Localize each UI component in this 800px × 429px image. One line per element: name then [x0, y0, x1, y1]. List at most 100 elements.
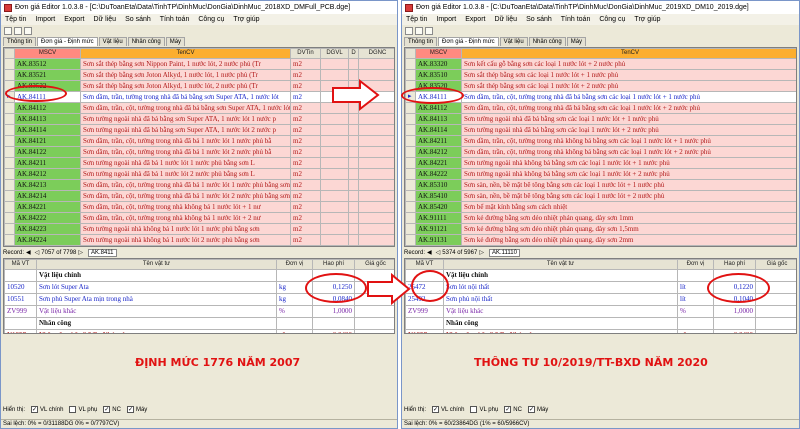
- resource-base-price-cell[interactable]: [354, 293, 394, 306]
- tab-info[interactable]: Thông tin: [404, 37, 438, 46]
- resource-code-cell[interactable]: ZV999: [4, 305, 37, 318]
- resource-row[interactable]: 10520 Sơn lót Super Ata kg 0,1250: [4, 281, 394, 294]
- norm-name-cell[interactable]: Sơn dầm, trần, cột, tường trong nhà đã b…: [80, 102, 291, 114]
- save-icon[interactable]: [425, 26, 433, 35]
- norm-dgvl-cell[interactable]: [320, 58, 349, 70]
- norm-name-cell[interactable]: Sơn kẻ đường bằng sơn dẻo nhiệt phản qua…: [461, 234, 796, 246]
- norm-name-cell[interactable]: Sơn dầm, trần, cột, tường trong nhà đã b…: [461, 91, 796, 103]
- norm-name-cell[interactable]: Sơn dầm, trần, cột, tường trong nhà khôn…: [80, 201, 291, 213]
- norm-name-cell[interactable]: Sơn sàn, nền, bề mặt bê tông bằng sơn cá…: [461, 190, 796, 202]
- norm-row[interactable]: AK.84213 Sơn dầm, trần, cột, tường trong …: [4, 179, 394, 191]
- norm-row[interactable]: AK.83520 Sơn sắt thép bằng sơn các loại 1…: [405, 80, 796, 92]
- norm-code-cell[interactable]: AK.84122: [14, 146, 81, 158]
- col-header-mscv[interactable]: MSCV: [14, 48, 81, 59]
- row-indicator[interactable]: [405, 234, 416, 246]
- norm-unit-cell[interactable]: m2: [290, 113, 321, 125]
- norm-code-cell[interactable]: AK.84223: [14, 223, 81, 235]
- norm-row[interactable]: AK.84114 Sơn tường ngoài nhà đã bả bằng s…: [4, 124, 394, 136]
- resource-consumption-cell[interactable]: 0,0840: [312, 293, 355, 306]
- norm-row[interactable]: AK.84222 Sơn tường ngoài nhà không bả bằn…: [405, 168, 796, 180]
- resource-code-cell[interactable]: [4, 269, 37, 282]
- norm-row[interactable]: AK.84221 Sơn tường ngoài nhà không bả bằn…: [405, 157, 796, 169]
- resource-unit-cell[interactable]: %: [677, 305, 714, 318]
- norm-dgvl-cell[interactable]: [320, 201, 349, 213]
- norm-unit-cell[interactable]: m2: [290, 245, 321, 246]
- norm-code-cell[interactable]: AK.91121: [415, 223, 462, 235]
- norm-dgnc-cell[interactable]: [358, 190, 394, 202]
- resource-base-price-cell[interactable]: [354, 269, 394, 282]
- tab-info[interactable]: Thông tin: [3, 37, 37, 46]
- norm-unit-cell[interactable]: m2: [290, 234, 321, 246]
- norm-code-cell[interactable]: AK.91141: [415, 245, 462, 246]
- col-header-base-price[interactable]: Giá gốc: [755, 259, 796, 270]
- norm-unit-cell[interactable]: m2: [290, 124, 321, 136]
- norm-dgvl-cell[interactable]: [320, 102, 349, 114]
- checkbox-icon[interactable]: ✓: [31, 406, 39, 413]
- resource-group-row[interactable]: Vật liệu chính: [4, 269, 394, 282]
- resource-base-price-cell[interactable]: [354, 317, 394, 330]
- menu-calculate[interactable]: Tính toán: [160, 16, 190, 23]
- resource-base-price-cell[interactable]: [354, 305, 394, 318]
- norm-d-cell[interactable]: [348, 58, 359, 70]
- norm-dgnc-cell[interactable]: [358, 102, 394, 114]
- resource-base-price-cell[interactable]: [755, 293, 796, 306]
- norm-unit-cell[interactable]: m2: [290, 58, 321, 70]
- resource-row[interactable]: N1357Nhân công bậc 3,5/7 - Nhóm 1công0,0…: [405, 329, 796, 333]
- resource-consumption-cell[interactable]: 0,1040: [713, 293, 756, 306]
- norm-dgnc-cell[interactable]: [358, 91, 394, 103]
- resource-name-cell[interactable]: Nhân công bậc 3,5/7 - Nhóm 1: [36, 329, 277, 333]
- checkbox-icon[interactable]: ✓: [126, 406, 134, 413]
- norm-name-cell[interactable]: Sơn dầm, trần, cột, tường trong nhà đã b…: [80, 245, 291, 246]
- norm-code-cell[interactable]: AK.84112: [14, 102, 81, 114]
- prev-record-icon[interactable]: ◁: [436, 249, 441, 256]
- resource-group-row[interactable]: Nhân công: [405, 317, 796, 330]
- resource-code-cell[interactable]: [405, 317, 444, 330]
- open-folder-icon[interactable]: [415, 26, 423, 35]
- filter-machines[interactable]: ✓ Máy: [527, 406, 548, 413]
- norm-name-cell[interactable]: Sơn dầm, trần, cột, tường trong nhà khôn…: [461, 135, 796, 147]
- row-indicator[interactable]: ▸: [4, 91, 15, 103]
- resource-code-cell[interactable]: ZV999: [405, 305, 444, 318]
- norm-row[interactable]: AK.83512 Sơn sắt thép bằng sơn Nippon Pai…: [4, 58, 394, 70]
- norm-name-cell[interactable]: Sơn tường ngoài nhà không bả 1 nước lót …: [80, 234, 291, 246]
- row-indicator[interactable]: [405, 102, 416, 114]
- norm-dgnc-cell[interactable]: [358, 245, 394, 246]
- menu-export[interactable]: Export: [465, 16, 485, 23]
- norm-dgnc-cell[interactable]: [358, 179, 394, 191]
- norm-row[interactable]: AK.85310 Sơn sàn, nền, bề mặt bê tông bằn…: [405, 179, 796, 191]
- norm-d-cell[interactable]: [348, 102, 359, 114]
- norm-d-cell[interactable]: [348, 212, 359, 224]
- row-indicator[interactable]: [4, 69, 15, 81]
- open-folder-icon[interactable]: [14, 26, 22, 35]
- resource-code-cell[interactable]: [4, 317, 37, 330]
- resource-code-cell[interactable]: N1357: [405, 329, 444, 333]
- col-header-unit[interactable]: Đơn vị: [276, 259, 313, 270]
- col-header-mscv[interactable]: MSCV: [415, 48, 462, 59]
- row-indicator[interactable]: [405, 80, 416, 92]
- norm-dgvl-cell[interactable]: [320, 91, 349, 103]
- norm-unit-cell[interactable]: m2: [290, 69, 321, 81]
- row-indicator[interactable]: [4, 179, 15, 191]
- norm-name-cell[interactable]: Sơn kẻ đường bằng sơn dẻo nhiệt phản qua…: [461, 223, 796, 235]
- norm-code-cell[interactable]: AK.91111: [415, 212, 462, 224]
- checkbox-icon[interactable]: ✓: [504, 406, 512, 413]
- new-file-icon[interactable]: [4, 26, 12, 35]
- norm-name-cell[interactable]: Sơn dầm, trần, cột, tường trong nhà đã b…: [80, 146, 291, 158]
- norm-code-cell[interactable]: AK.84224: [14, 234, 81, 246]
- norm-name-cell[interactable]: Sơn kẻ đường bằng sơn dẻo nhiệt phản qua…: [461, 245, 796, 246]
- norm-name-cell[interactable]: Sơn tường ngoài nhà đã bả bằng sơn Super…: [80, 113, 291, 125]
- row-indicator[interactable]: [405, 135, 416, 147]
- norm-d-cell[interactable]: [348, 201, 359, 213]
- row-indicator[interactable]: [405, 190, 416, 202]
- norm-row[interactable]: AK.84221 Sơn dầm, trần, cột, tường trong …: [4, 201, 394, 213]
- norm-dgnc-cell[interactable]: [358, 124, 394, 136]
- norm-code-cell[interactable]: AK.84211: [14, 157, 81, 169]
- next-record-icon[interactable]: ▷: [78, 249, 83, 256]
- norm-d-cell[interactable]: [348, 69, 359, 81]
- norm-unit-cell[interactable]: m2: [290, 223, 321, 235]
- resource-group-row[interactable]: Vật liệu chính: [405, 269, 796, 282]
- resource-unit-cell[interactable]: [276, 317, 313, 330]
- resource-consumption-cell[interactable]: 1,0000: [312, 305, 355, 318]
- row-indicator[interactable]: [4, 223, 15, 235]
- norm-name-cell[interactable]: Sơn dầm, trần, cột, tường trong nhà đã b…: [461, 102, 796, 114]
